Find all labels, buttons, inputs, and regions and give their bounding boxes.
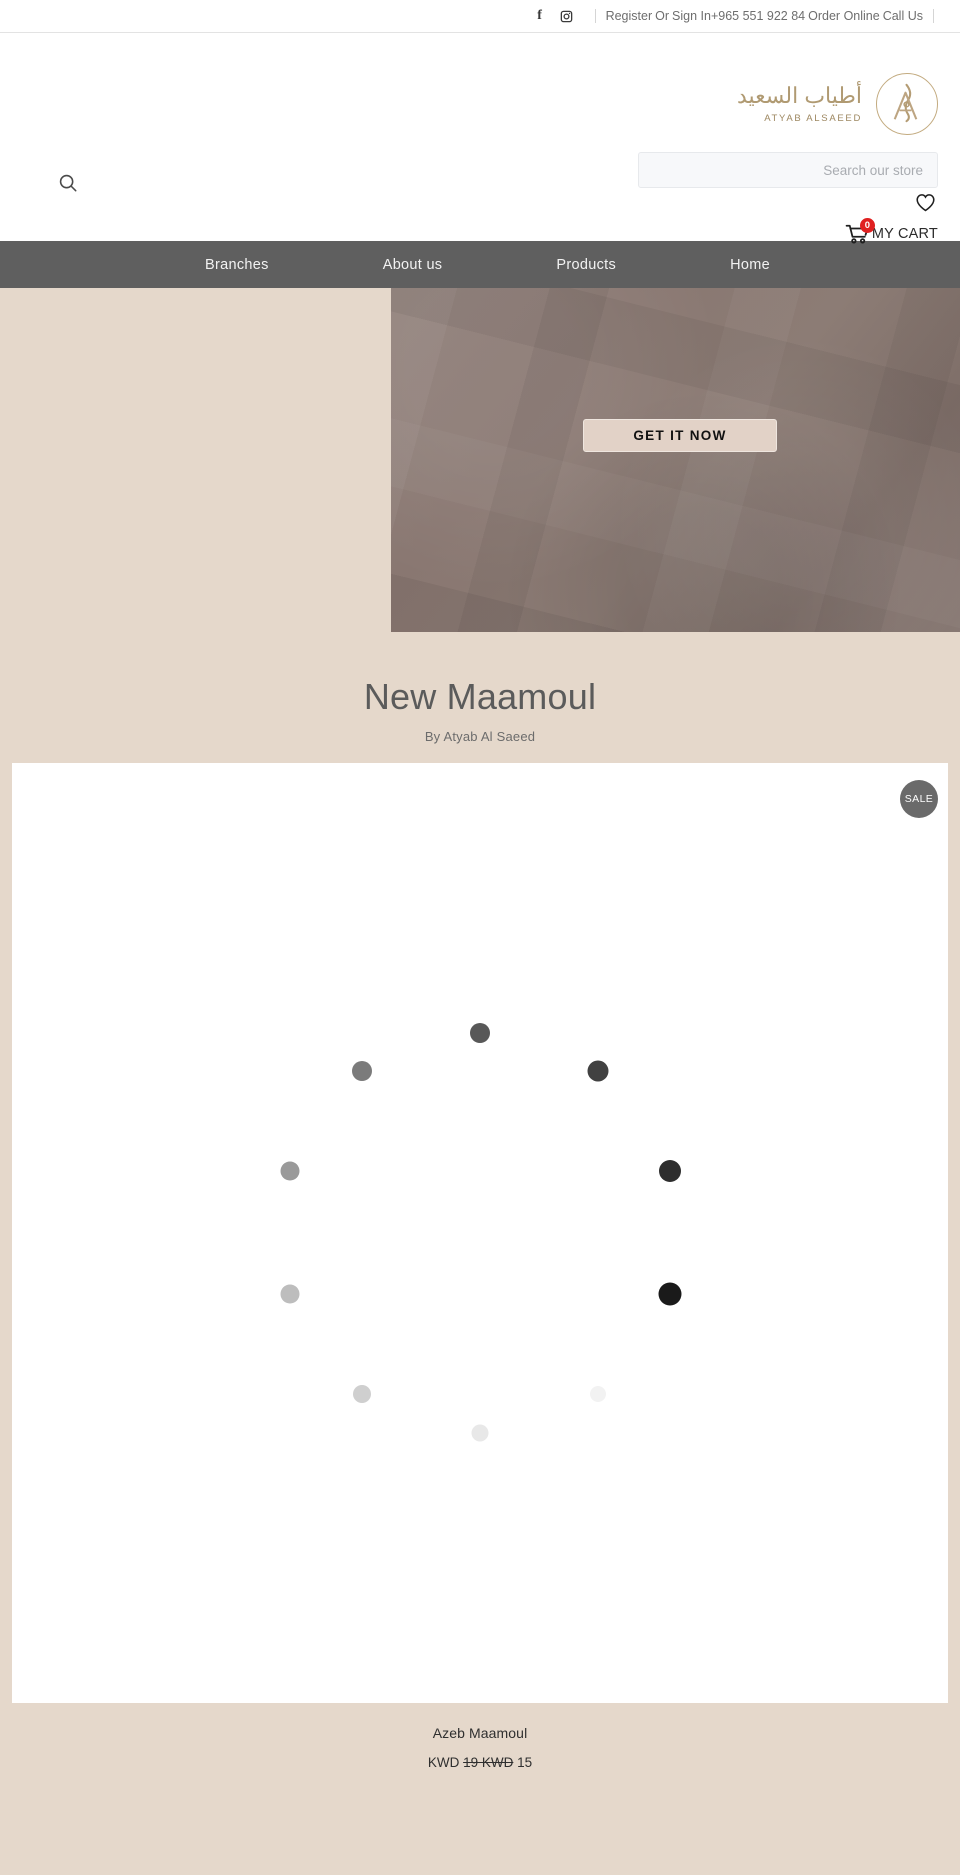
cart-button[interactable]: 0 MY CART (845, 218, 938, 245)
product-grid: SALE (12, 762, 948, 1703)
logo-text: أطياب السعيد ATYAB ALSAEED (737, 82, 862, 126)
status-badge: SALE (900, 779, 938, 818)
instagram-icon[interactable] (560, 9, 574, 23)
shopping-cart-icon: 0 (845, 218, 875, 245)
logo-emblem-icon (876, 73, 938, 135)
product-title[interactable]: Azeb Maamoul (0, 1725, 960, 1741)
nav-item-products[interactable]: Products (556, 257, 616, 273)
spinner-dot (280, 1284, 300, 1304)
site-logo[interactable]: أطياب السعيد ATYAB ALSAEED (737, 73, 938, 135)
social-links: f (533, 9, 574, 23)
heart-icon[interactable] (915, 193, 937, 213)
spinner-dot (280, 1161, 300, 1181)
top-utility-bar: f Register Or Sign In +965 551 922 84 Or… (0, 0, 960, 33)
site-header: أطياب السعيد ATYAB ALSAEED Search our st… (0, 33, 960, 244)
signin-link[interactable]: Sign In (672, 9, 711, 23)
get-it-now-label: GET IT NOW (633, 428, 727, 443)
search-input[interactable] (639, 153, 937, 187)
get-it-now-button[interactable]: GET IT NOW (583, 419, 777, 452)
price-currency: KWD (427, 1754, 460, 1770)
spinner-dot (658, 1282, 682, 1306)
topbar-divider-left (594, 9, 596, 23)
facebook-icon[interactable]: f (533, 9, 547, 23)
section-header: New Maamoul By Atyab Al Saeed (0, 632, 960, 744)
main-navigation: Branches About us Products Home (0, 241, 960, 288)
cart-label: MY CART (871, 226, 938, 242)
spinner-dot (353, 1385, 372, 1404)
spinner-dot (659, 1159, 682, 1182)
nav-item-home[interactable]: Home (730, 257, 770, 273)
call-us-label[interactable]: Call Us (883, 9, 923, 23)
spinner-dot (589, 1386, 606, 1403)
loading-spinner (250, 1011, 710, 1471)
register-signin-separator: Or (655, 9, 670, 23)
facebook-glyph: f (537, 8, 542, 23)
spinner-dot (470, 1022, 490, 1043)
register-link[interactable]: Register (606, 9, 653, 23)
product-price: KWD 19 KWD 15 (0, 1755, 960, 1770)
section-subtitle: By Atyab Al Saeed (424, 728, 536, 744)
order-online-label[interactable]: Order Online (805, 9, 883, 23)
nav-items-container: Branches About us Products Home (190, 257, 770, 273)
hero-banner-image (391, 288, 960, 632)
nav-item-branches[interactable]: Branches (205, 257, 269, 273)
price-sale: 15 (517, 1754, 533, 1770)
hero-banner: GET IT NOW (0, 288, 960, 632)
topbar-divider-right (933, 9, 934, 23)
cart-count-badge: 0 (859, 218, 875, 233)
search-bar[interactable] (638, 152, 938, 188)
product-card-meta: Azeb Maamoul KWD 19 KWD 15 (0, 1702, 960, 1770)
phone-link[interactable]: +965 551 922 84 (711, 9, 805, 23)
search-icon[interactable] (57, 172, 79, 194)
utility-links: Register Or Sign In +965 551 922 84 Orde… (606, 9, 923, 23)
price-original: 19 KWD (463, 1754, 514, 1770)
page-title: New Maamoul (363, 676, 597, 717)
logo-english-name: ATYAB ALSAEED (764, 112, 862, 124)
spinner-dot (587, 1060, 609, 1082)
spinner-dot (352, 1060, 373, 1081)
logo-arabic-name: أطياب السعيد (736, 83, 862, 109)
nav-item-about-us[interactable]: About us (383, 257, 443, 273)
spinner-dot (471, 1424, 489, 1442)
